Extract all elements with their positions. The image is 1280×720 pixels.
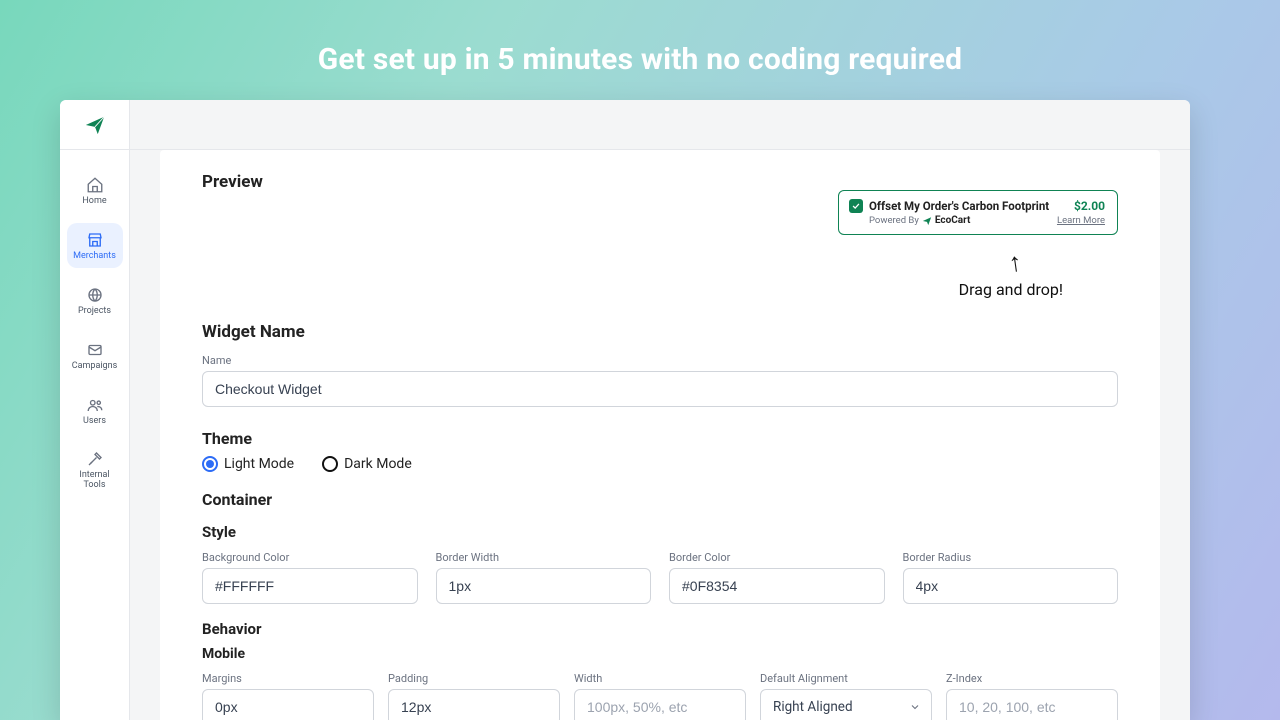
brand-name: EcoCart [935, 215, 971, 226]
paper-plane-icon [922, 216, 932, 226]
border-color-input[interactable] [669, 568, 885, 604]
alignment-value: Right Aligned [773, 699, 853, 715]
margins-label: Margins [202, 672, 374, 685]
store-icon [86, 231, 104, 249]
home-icon [86, 176, 104, 194]
widget-name-input[interactable] [202, 371, 1118, 407]
container-section-title: Container [202, 490, 1118, 509]
widget-title: Offset My Order's Carbon Footprint [869, 199, 1064, 213]
powered-by-label: Powered By [869, 215, 919, 226]
checkbox-checked-icon[interactable] [849, 199, 863, 213]
bg-color-input[interactable] [202, 568, 418, 604]
theme-radio-dark[interactable]: Dark Mode [322, 456, 412, 472]
sidebar-item-label: Internal Tools [69, 471, 121, 491]
border-radius-input[interactable] [903, 568, 1119, 604]
alignment-select[interactable]: Right Aligned [760, 689, 932, 720]
width-label: Width [574, 672, 746, 685]
sidebar-item-users[interactable]: Users [67, 388, 123, 433]
brand-logo [60, 100, 130, 150]
padding-label: Padding [388, 672, 560, 685]
widget-name-section-title: Widget Name [202, 322, 1118, 342]
sidebar-item-label: Users [83, 417, 106, 427]
sidebar: Home Merchants Projects Campaigns Users [60, 100, 130, 720]
tools-icon [86, 450, 104, 468]
name-field-label: Name [202, 354, 1118, 367]
border-width-input[interactable] [436, 568, 652, 604]
theme-radio-light[interactable]: Light Mode [202, 456, 294, 472]
marketing-headline: Get set up in 5 minutes with no coding r… [0, 0, 1280, 77]
chevron-down-icon [909, 701, 921, 713]
margins-input[interactable] [202, 689, 374, 720]
sidebar-item-campaigns[interactable]: Campaigns [67, 333, 123, 378]
zindex-input[interactable] [946, 689, 1118, 720]
sidebar-item-label: Merchants [73, 252, 116, 262]
border-width-label: Border Width [436, 551, 652, 564]
radio-icon [322, 456, 338, 472]
radio-label: Light Mode [224, 456, 294, 472]
padding-input[interactable] [388, 689, 560, 720]
drag-drop-annotation: ↑ Drag and drop! [959, 250, 1063, 299]
sidebar-item-merchants[interactable]: Merchants [67, 223, 123, 268]
border-color-label: Border Color [669, 551, 885, 564]
radio-label: Dark Mode [344, 456, 412, 472]
zindex-label: Z-Index [946, 672, 1118, 685]
sidebar-item-home[interactable]: Home [67, 168, 123, 213]
users-icon [86, 396, 104, 414]
paper-plane-icon [84, 114, 106, 136]
preview-widget-card[interactable]: Offset My Order's Carbon Footprint $2.00… [838, 190, 1118, 235]
mail-icon [86, 341, 104, 359]
sidebar-item-internal-tools[interactable]: Internal Tools [67, 442, 123, 497]
style-subhead: Style [202, 523, 1118, 541]
bg-color-label: Background Color [202, 551, 418, 564]
widget-price: $2.00 [1074, 199, 1105, 213]
behavior-subhead: Behavior [202, 620, 1118, 638]
radio-icon [202, 456, 218, 472]
sidebar-item-label: Campaigns [72, 362, 117, 372]
learn-more-link[interactable]: Learn More [1057, 215, 1105, 226]
border-radius-label: Border Radius [903, 551, 1119, 564]
sidebar-item-label: Projects [78, 307, 111, 317]
mobile-subhead: Mobile [202, 646, 1118, 662]
sidebar-item-projects[interactable]: Projects [67, 278, 123, 323]
alignment-label: Default Alignment [760, 672, 932, 685]
sidebar-item-label: Home [82, 197, 106, 207]
preview-heading: Preview [202, 172, 1118, 192]
annotation-text: Drag and drop! [959, 280, 1063, 299]
width-input[interactable] [574, 689, 746, 720]
theme-section-title: Theme [202, 429, 1118, 448]
app-window: Home Merchants Projects Campaigns Users [60, 100, 1190, 720]
globe-icon [86, 286, 104, 304]
